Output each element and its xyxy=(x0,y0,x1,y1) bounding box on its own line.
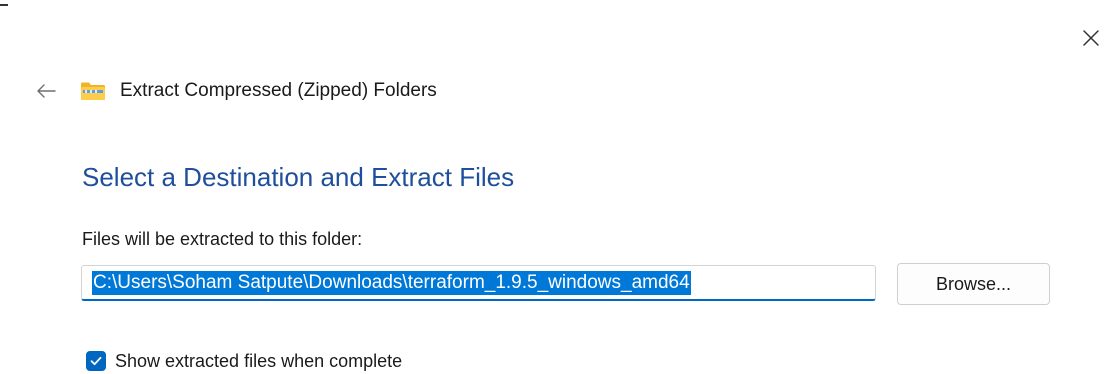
window-title: Extract Compressed (Zipped) Folders xyxy=(80,78,437,104)
show-files-checkbox-row[interactable]: Show extracted files when complete xyxy=(86,350,402,372)
show-files-label: Show extracted files when complete xyxy=(115,350,403,371)
browse-button[interactable]: Browse... xyxy=(897,263,1050,305)
destination-path-input[interactable]: C:\Users\Soham Satpute\Downloads\terrafo… xyxy=(81,265,876,301)
back-button[interactable] xyxy=(34,79,58,103)
close-button[interactable] xyxy=(1079,26,1103,50)
show-files-checkbox[interactable] xyxy=(86,351,106,371)
destination-label: Files will be extracted to this folder: xyxy=(82,229,363,249)
window-corner-mark xyxy=(0,4,8,6)
back-arrow-icon xyxy=(37,84,56,98)
destination-path-text: C:\Users\Soham Satpute\Downloads\terrafo… xyxy=(92,270,691,295)
close-icon xyxy=(1083,30,1099,46)
zip-folder-icon xyxy=(81,82,105,100)
window-title-text: Extract Compressed (Zipped) Folders xyxy=(120,80,437,101)
checkmark-icon xyxy=(90,356,102,366)
page-heading: Select a Destination and Extract Files xyxy=(82,162,515,192)
